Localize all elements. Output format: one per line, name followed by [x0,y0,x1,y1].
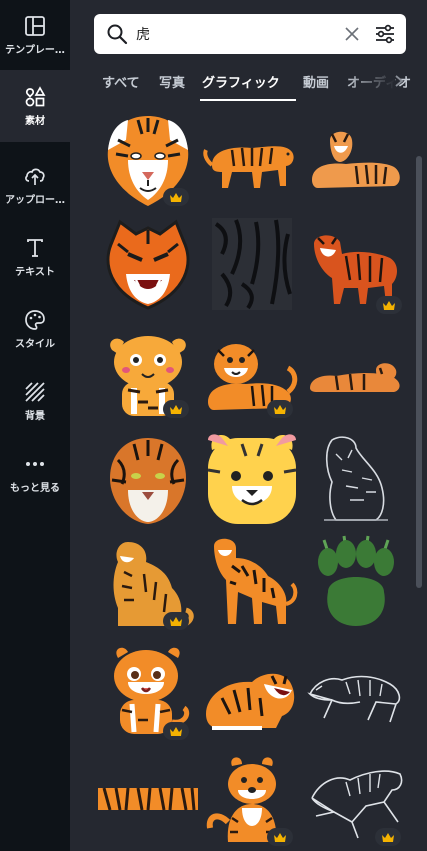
lying-tiger [312,131,400,188]
scrollbar-thumb[interactable] [416,156,422,588]
premium-badge [267,400,293,418]
result-item[interactable] [306,532,406,632]
tab-photos[interactable]: 写真 [159,72,185,91]
search-icon [107,24,128,45]
search-box [94,14,406,54]
search-input[interactable] [136,22,326,46]
premium-badge [163,612,189,630]
sidebar-item-label: テンプレー… [5,44,65,56]
active-tab-indicator [200,99,296,101]
tab-graphics[interactable]: グラフィック [202,72,280,91]
background-icon [25,381,45,402]
filter-icon[interactable] [374,23,396,45]
crown-icon [170,404,182,414]
crown-icon [274,404,286,414]
resting-tiger [310,363,400,392]
elements-icon [25,85,46,106]
crown-icon [382,832,394,842]
result-item[interactable] [202,214,302,314]
crown-icon [170,192,182,202]
sidebar-item-label: テキスト [15,266,55,278]
premium-badge [375,828,401,846]
tiger-stripe-band [98,787,198,811]
sketch-tiger [324,436,388,521]
sidebar-item-styles[interactable]: スタイル [0,294,70,364]
sidebar-item-label: スタイル [15,338,55,350]
sidebar-item-uploads[interactable]: アップロー… [0,150,70,220]
premium-badge [267,828,293,846]
lying-roaring-tiger [206,673,295,730]
realistic-tiger-head [110,438,186,524]
more-icon [26,461,44,466]
close-icon[interactable] [344,26,360,42]
results-grid [94,104,412,851]
crown-icon [170,726,182,736]
sidebar-item-background[interactable]: 背景 [0,366,70,436]
upload-icon [25,168,45,185]
sidebar-item-label: もっと見る [10,482,60,494]
result-item[interactable] [202,430,302,530]
crown-icon [170,616,182,626]
tiger-stripes-pattern [212,218,292,310]
sidebar-item-label: アップロー… [5,194,65,206]
template-icon [25,15,45,36]
tab-all[interactable]: すべて [102,72,140,91]
result-item[interactable] [306,430,406,530]
crown-icon [383,300,395,310]
premium-badge [163,722,189,740]
premium-badge [163,188,189,206]
sidebar-item-elements[interactable]: 素材 [0,70,70,142]
result-item[interactable] [306,328,406,428]
tiger-paw-print [318,535,394,626]
result-item[interactable] [98,214,198,314]
crown-icon [274,832,286,842]
premium-badge [163,400,189,418]
sidebar-item-label: 背景 [25,410,45,422]
sidebar-item-text[interactable]: テキスト [0,222,70,292]
result-item[interactable] [202,642,302,742]
premium-badge [376,296,402,314]
sidebar-item-more[interactable]: もっと見る [0,438,70,508]
result-item[interactable] [202,532,302,632]
result-item[interactable] [306,642,406,742]
result-item[interactable] [98,752,198,851]
sidebar-item-templates[interactable]: テンプレー… [0,0,70,70]
sidebar-item-label: 素材 [25,115,45,127]
result-item[interactable] [306,110,406,210]
palette-icon [25,309,45,330]
walking-tiger [203,146,294,188]
chevron-right-icon[interactable] [393,74,405,88]
text-icon [27,238,43,257]
result-item[interactable] [98,430,198,530]
roaring-tiger-mascot [106,219,190,310]
tab-videos[interactable]: 動画 [303,72,329,91]
prowling-tiger [214,538,298,624]
result-item[interactable] [202,110,302,210]
tabs-fade [345,62,395,98]
tiger-emoji-face [207,434,297,524]
line-art-tiger [307,675,401,723]
